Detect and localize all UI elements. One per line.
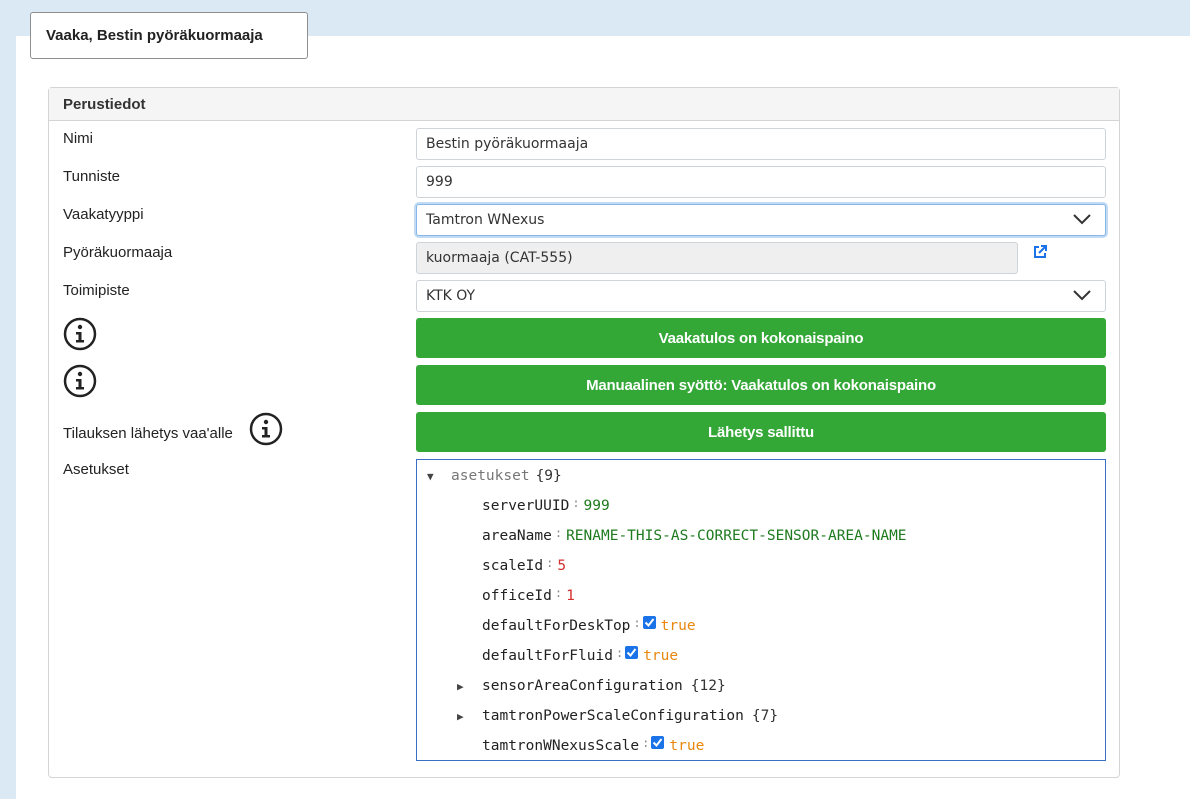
json-root-row[interactable]: ▼ asetukset {9} [427,465,562,487]
toimipiste-select[interactable]: KTK OY [416,280,1106,312]
json-row: defaultForFluid : true [482,645,678,667]
json-root-count: {9} [535,468,562,484]
json-editor[interactable]: ▼ asetukset {9} serverUUID : 999 areaNam… [416,459,1106,761]
kokonaispaino-button[interactable]: Vaakatulos on kokonaispaino [416,318,1106,358]
toimipiste-label: Toimipiste [63,282,130,299]
checkbox-icon[interactable] [625,645,639,659]
json-key: areaName [482,528,552,544]
page-title-tab[interactable]: Vaaka, Bestin pyöräkuormaaja [30,12,308,59]
json-string-value[interactable]: 999 [584,498,610,514]
json-object-count: {12} [690,678,726,694]
json-colon: : [615,646,624,660]
json-colon: : [572,496,580,510]
json-key: sensorAreaConfiguration [482,678,683,694]
vaakatyyppi-select[interactable]: Tamtron WNexus [416,204,1106,236]
tunniste-label: Tunniste [63,168,120,185]
pyorakuormaaja-input: kuormaaja (CAT-555) [416,242,1018,274]
json-row[interactable]: ▶ tamtronPowerScaleConfiguration {7} [457,705,778,727]
json-key: officeId [482,588,552,604]
json-object-count: {7} [751,708,779,724]
json-boolean-value: true [660,618,696,634]
json-number-value[interactable]: 5 [557,558,566,574]
checkbox-icon[interactable] [651,735,665,749]
json-colon: : [642,736,650,750]
json-boolean-value: true [643,648,679,664]
card-header: Perustiedot [49,88,1119,121]
json-key: tamtronPowerScaleConfiguration [482,708,744,724]
chevron-down-icon [1073,290,1091,301]
tunniste-input[interactable]: 999 [416,166,1106,198]
json-key: tamtronWNexusScale [482,738,640,754]
asetukset-label: Asetukset [63,461,129,478]
nimi-label: Nimi [63,130,93,147]
checkbox-icon[interactable] [642,615,656,629]
json-row: areaName : RENAME-THIS-AS-CORRECT-SENSOR… [482,525,907,547]
json-row: serverUUID : 999 [482,495,610,517]
json-row: defaultForDeskTop : true [482,615,696,637]
json-colon: : [633,616,641,630]
json-key: defaultForFluid [482,648,613,664]
tilauksen-lahetys-label: Tilauksen lähetys vaa'alle [63,425,233,442]
vaakatyyppi-value: Tamtron WNexus [426,212,545,228]
manuaalinen-syotto-button[interactable]: Manuaalinen syöttö: Vaakatulos on kokona… [416,365,1106,405]
json-row: scaleId : 5 [482,555,566,577]
json-key: serverUUID [482,498,570,514]
vaakatyyppi-label: Vaakatyyppi [63,206,144,223]
json-row: tamtronWNexusScale : true [482,735,704,757]
json-number-value[interactable]: 1 [566,588,575,604]
nimi-input[interactable]: Bestin pyöräkuormaaja [416,128,1106,160]
json-colon: : [546,556,554,570]
json-row: officeId : 1 [482,585,575,607]
json-colon: : [554,586,563,600]
collapse-arrow-icon[interactable]: ▼ [427,470,441,483]
external-link-icon[interactable] [1032,244,1048,260]
json-root-key: asetukset [451,468,530,484]
lahetys-sallittu-button[interactable]: Lähetys sallittu [416,412,1106,452]
json-row[interactable]: ▶ sensorAreaConfiguration {12} [457,675,726,697]
json-key: defaultForDeskTop [482,618,631,634]
toimipiste-value: KTK OY [426,288,476,304]
json-string-value[interactable]: RENAME-THIS-AS-CORRECT-SENSOR-AREA-NAME [566,528,906,544]
json-colon: : [554,526,563,540]
info-icon[interactable] [63,364,97,398]
expand-arrow-icon[interactable]: ▶ [457,680,471,693]
json-boolean-value: true [669,738,705,754]
json-key: scaleId [482,558,544,574]
info-icon[interactable] [63,317,97,351]
chevron-down-icon [1073,214,1091,225]
info-icon[interactable] [249,412,283,446]
expand-arrow-icon[interactable]: ▶ [457,710,471,723]
pyorakuormaaja-label: Pyöräkuormaaja [63,244,173,261]
